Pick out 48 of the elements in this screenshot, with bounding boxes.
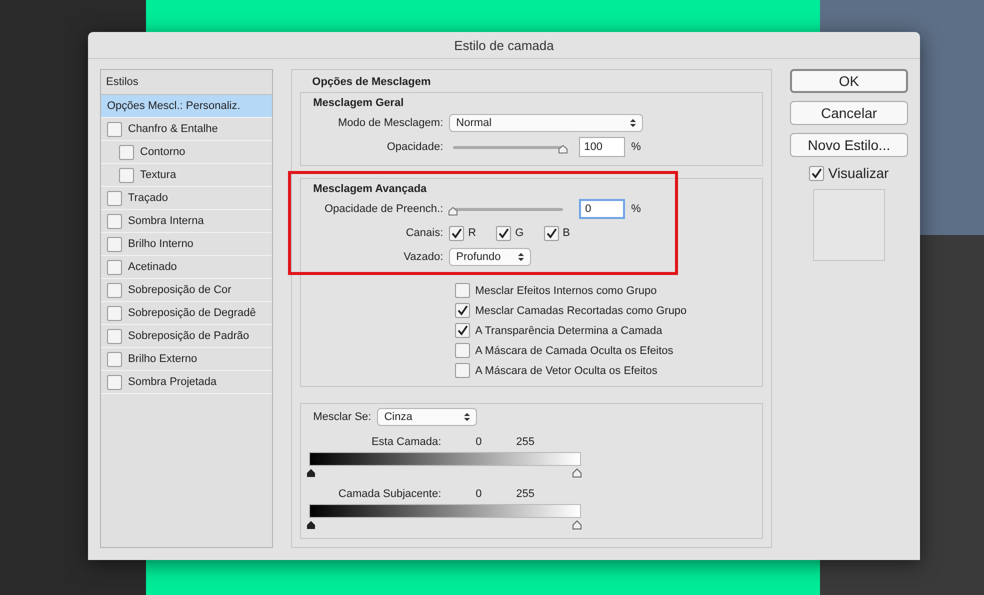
style-list-item[interactable]: Textura — [101, 164, 272, 187]
option-label: Mesclar Camadas Recortadas como Grupo — [475, 304, 687, 316]
range-max: 255 — [516, 488, 534, 500]
group-title: Mesclagem Geral — [313, 97, 405, 109]
field-label: Canais: — [404, 227, 444, 239]
dialog-button[interactable]: Cancelar — [790, 101, 908, 125]
style-list-item[interactable]: Sobreposição de Cor — [101, 279, 272, 302]
style-list-item[interactable]: Brilho Externo — [101, 348, 272, 371]
field-label: Mesclar Se: — [313, 411, 372, 423]
blend-if-dropdown[interactable]: Cinza — [377, 408, 478, 426]
style-list-item[interactable]: Chanfro & Entalhe — [101, 118, 272, 141]
unit-label: % — [631, 141, 641, 153]
option-label: A Máscara de Vetor Oculta os Efeitos — [475, 364, 658, 376]
number-field[interactable]: 0 — [579, 199, 626, 219]
preview-label: Visualizar — [828, 165, 889, 181]
style-list-item[interactable]: Sobreposição de Degradê — [101, 302, 272, 325]
knockout-dropdown[interactable]: Profundo — [449, 248, 532, 266]
style-list-item[interactable]: Contorno — [101, 141, 272, 164]
style-list-item[interactable]: Brilho Interno — [101, 233, 272, 256]
style-list-item[interactable]: Sombra Interna — [101, 210, 272, 233]
style-list-item[interactable]: Acetinado — [101, 256, 272, 279]
section-title: Opções de Mesclagem — [312, 76, 432, 88]
style-list-item[interactable]: Sombra Projetada — [101, 371, 272, 394]
dialog-button[interactable]: OK — [790, 69, 908, 93]
range-max: 255 — [516, 436, 534, 448]
range-min: 0 — [474, 488, 483, 500]
number-field[interactable]: 100 — [579, 137, 626, 157]
field-label: Opacidade: — [386, 141, 444, 153]
channel-label: B — [562, 227, 570, 239]
style-list-item[interactable]: Sobreposição de Padrão — [101, 325, 272, 348]
window-title: Estilo de camada — [88, 32, 920, 59]
range-min: 0 — [474, 436, 483, 448]
blend-mode-dropdown[interactable]: Normal — [449, 114, 644, 132]
range-label: Esta Camada: — [370, 436, 442, 448]
field-label: Modo de Mesclagem: — [336, 117, 444, 129]
option-label: A Transparência Determina a Camada — [475, 324, 662, 336]
range-label: Camada Subjacente: — [337, 488, 442, 500]
option-label: A Máscara de Camada Oculta os Efeitos — [475, 344, 674, 356]
group-title: Mesclagem Avançada — [313, 183, 428, 195]
option-label: Mesclar Efeitos Internos como Grupo — [475, 284, 657, 296]
channel-label: R — [468, 227, 476, 239]
dialog-button[interactable]: Novo Estilo... — [790, 133, 908, 157]
channel-label: G — [515, 227, 524, 239]
field-label: Opacidade de Preench.: — [324, 203, 444, 215]
style-list-item[interactable]: Opções Mescl.: Personaliz. — [101, 95, 272, 118]
style-list-item[interactable]: Traçado — [101, 187, 272, 210]
field-label: Vazado: — [402, 251, 444, 263]
unit-label: % — [631, 203, 641, 215]
